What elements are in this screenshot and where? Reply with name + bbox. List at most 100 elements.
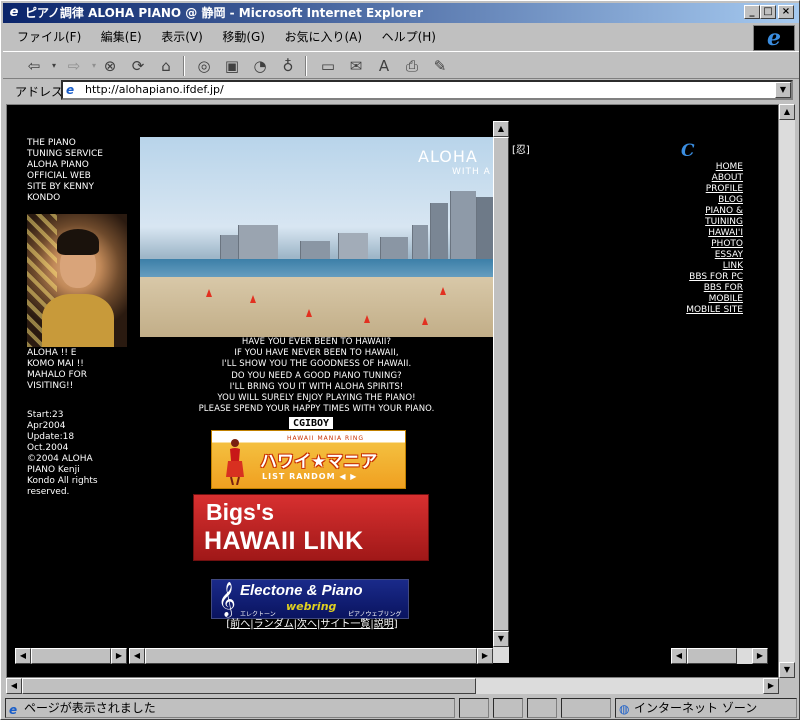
beach-cone xyxy=(206,289,212,297)
history-icon[interactable]: ◔ xyxy=(249,55,271,77)
minimize-button[interactable]: _ xyxy=(744,5,760,19)
building xyxy=(430,203,448,265)
hula-dancer-icon xyxy=(226,439,244,485)
search-icon[interactable]: ◎ xyxy=(193,55,215,77)
banner-subtitle: WITH A xyxy=(452,167,491,177)
nav-about-link[interactable]: ABOUT xyxy=(681,173,743,184)
maximize-button[interactable]: □ xyxy=(760,5,776,19)
status-zone: インターネット ゾーン xyxy=(634,701,758,715)
left-hscroll-thumb[interactable] xyxy=(31,648,111,664)
site-intro-text: THE PIANO TUNING SERVICE ALOHA PIANO OFF… xyxy=(27,138,103,203)
ring-sitelist-link[interactable]: サイト一覧 xyxy=(320,619,370,630)
nav-blog-link[interactable]: BLOG xyxy=(681,195,743,206)
beach-cone xyxy=(440,287,446,295)
mail-icon[interactable]: ✉ xyxy=(345,55,367,77)
beach-cone xyxy=(422,317,428,325)
address-dropdown-icon[interactable]: ▼ xyxy=(775,82,791,98)
cgiboy-badge[interactable]: CGIBOY xyxy=(288,416,334,430)
nav-home-link[interactable]: HOME xyxy=(681,162,743,173)
window-hscroll-thumb[interactable] xyxy=(22,678,476,694)
nav-profile-link[interactable]: PROFILE xyxy=(681,184,743,195)
refresh-icon[interactable]: ⟳ xyxy=(127,55,149,77)
favorites-icon[interactable]: ▣ xyxy=(221,55,243,77)
status-page-icon: e xyxy=(9,703,18,717)
right-hscroll-right-icon[interactable]: ▶ xyxy=(752,648,768,664)
main-vscroll-up-icon[interactable]: ▲ xyxy=(493,121,509,137)
window-title: ピアノ調律 ALOHA PIANO @ 静岡 - Microsoft Inter… xyxy=(25,6,423,20)
window-hscroll-right-icon[interactable]: ▶ xyxy=(763,678,779,694)
ring-random-link[interactable]: ランダム xyxy=(254,619,294,630)
window-vscroll-up-icon[interactable]: ▲ xyxy=(779,104,795,120)
bigs-line1: Bigs's xyxy=(206,499,275,525)
electone-kana-right: ピアノウェブリング xyxy=(348,611,402,618)
main-hscroll-left-icon[interactable]: ◀ xyxy=(129,648,145,664)
nav-link-link[interactable]: LINK xyxy=(681,261,743,272)
shinobi-counter-badge[interactable]: [忍] xyxy=(512,141,530,156)
menu-view[interactable]: 表示(V) xyxy=(153,25,211,48)
font-size-icon[interactable]: A xyxy=(373,55,395,77)
menu-go[interactable]: 移動(G) xyxy=(214,25,273,48)
menu-edit[interactable]: 編集(E) xyxy=(93,25,150,48)
ring-label: HAWAII MANIA RING xyxy=(287,435,365,442)
window-hscroll-left-icon[interactable]: ◀ xyxy=(6,678,22,694)
title-bar[interactable]: e ピアノ調律 ALOHA PIANO @ 静岡 - Microsoft Int… xyxy=(3,3,799,23)
stop-icon[interactable]: ⊗ xyxy=(99,55,121,77)
back-dropdown-icon[interactable]: ▾ xyxy=(43,55,65,77)
address-url: http://alohapiano.ifdef.jp/ xyxy=(85,83,224,96)
beach-cone xyxy=(250,295,256,303)
right-hscroll-left-icon[interactable]: ◀ xyxy=(671,648,687,664)
toolbar-separator xyxy=(183,56,185,76)
status-message: ページが表示されました xyxy=(24,701,156,715)
welcome-message: HAVE YOU EVER BEEN TO HAWAII? IF YOU HAV… xyxy=(198,337,435,415)
main-vscroll-down-icon[interactable]: ▼ xyxy=(493,631,509,647)
status-zone-cell: ◍ インターネット ゾーン xyxy=(615,698,797,718)
main-hscroll-thumb[interactable] xyxy=(145,648,477,664)
menu-bar: ファイル(F) 編集(E) 表示(V) 移動(G) お気に入り(A) ヘルプ(H… xyxy=(3,25,753,47)
fullscreen-icon[interactable]: ▭ xyxy=(317,55,339,77)
nav-piano-tuning-link-line2[interactable]: TUINING xyxy=(681,217,743,228)
forward-arrow-icon[interactable]: ⇨ xyxy=(63,55,85,77)
edit-icon[interactable]: ✎ xyxy=(429,55,451,77)
home-icon[interactable]: ⌂ xyxy=(155,55,177,77)
building xyxy=(450,191,476,265)
site-info-text: Start:23 Apr2004 Update:18 Oct.2004 ©200… xyxy=(27,410,98,497)
main-hscroll-right-icon[interactable]: ▶ xyxy=(477,648,493,664)
menu-help[interactable]: ヘルプ(H) xyxy=(374,25,444,48)
main-vscroll-thumb[interactable] xyxy=(493,137,509,631)
print-icon[interactable]: ⎙ xyxy=(401,55,423,77)
nav-essay-link[interactable]: ESSAY xyxy=(681,250,743,261)
nav-bbs-mobile-link[interactable]: BBS FOR xyxy=(681,283,743,294)
hawaii-mania-ring-banner[interactable]: HAWAII MANIA RING ハワイ★マニア LIST RANDOM ◀ … xyxy=(211,430,406,489)
menu-favorites[interactable]: お気に入り(A) xyxy=(276,25,370,48)
electone-piano-webring-banner[interactable]: 𝄞 Electone & Piano webring エレクトーン ピアノウェブ… xyxy=(211,579,409,619)
electone-kana-left: エレクトーン xyxy=(240,611,276,618)
ring-list-random: LIST RANDOM ◀ ▶ xyxy=(262,472,358,481)
channels-icon[interactable]: ♁ xyxy=(277,55,299,77)
treble-clef-icon: 𝄞 xyxy=(218,582,236,617)
window-vscroll-down-icon[interactable]: ▼ xyxy=(779,662,795,678)
electone-title: Electone & Piano xyxy=(240,582,363,599)
webring-navigation: [前へ|ランダム|次へ|サイト一覧|説明] xyxy=(226,619,398,630)
status-cell-empty xyxy=(493,698,523,718)
right-hscroll-thumb[interactable] xyxy=(687,648,737,664)
back-arrow-icon[interactable]: ⇦ xyxy=(23,55,45,77)
menu-file[interactable]: ファイル(F) xyxy=(3,25,89,48)
nav-piano-tuning-link[interactable]: PIANO & xyxy=(681,206,743,217)
nav-bbs-mobile-link-line2[interactable]: MOBILE xyxy=(681,294,743,305)
window-vscroll-track[interactable] xyxy=(779,104,795,678)
left-hscroll-right-icon[interactable]: ▶ xyxy=(111,648,127,664)
nav-mobile-site-link[interactable]: MOBILE SITE xyxy=(681,305,743,316)
nav-photo-link[interactable]: PHOTO xyxy=(681,239,743,250)
nav-bbs-pc-link[interactable]: BBS FOR PC xyxy=(681,272,743,283)
c-logo-icon: C xyxy=(681,141,695,161)
status-cell-empty xyxy=(459,698,489,718)
close-button[interactable]: × xyxy=(778,5,794,19)
ie-app-icon[interactable]: e xyxy=(6,5,22,21)
bigs-hawaii-link-banner[interactable]: Bigs's HAWAII LINK xyxy=(193,494,429,561)
address-input[interactable]: e http://alohapiano.ifdef.jp/ ▼ xyxy=(61,80,793,100)
ring-next-link[interactable]: 次へ xyxy=(297,619,317,630)
ring-prev-link[interactable]: 前へ xyxy=(230,619,250,630)
left-hscroll-left-icon[interactable]: ◀ xyxy=(15,648,31,664)
ring-help-link[interactable]: 説明 xyxy=(374,619,394,630)
nav-hawaii-link[interactable]: HAWAI'I xyxy=(681,228,743,239)
